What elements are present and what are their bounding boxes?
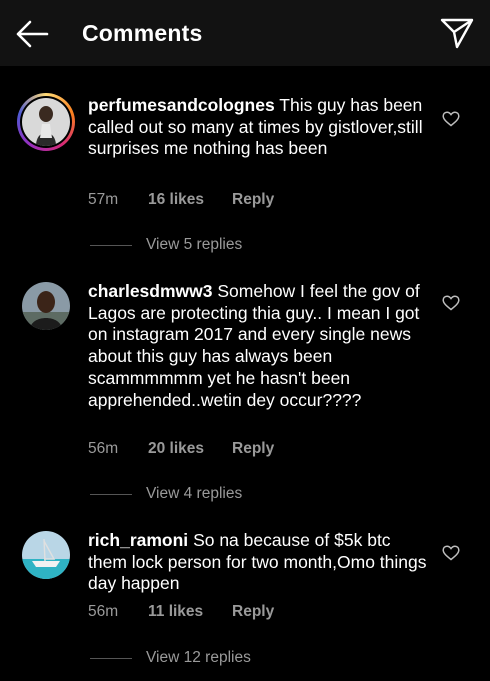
comment-time: 57m: [88, 191, 119, 208]
page-title: Comments: [82, 20, 203, 46]
replies-divider: [90, 245, 132, 246]
view-replies-label: View 5 replies: [146, 236, 243, 253]
comment-username[interactable]: rich_ramoni: [88, 530, 188, 550]
avatar-image: [22, 531, 70, 579]
back-button[interactable]: [14, 18, 50, 50]
reply-button[interactable]: Reply: [232, 440, 274, 458]
replies-divider: [90, 494, 132, 495]
comment-time: 56m: [88, 603, 119, 620]
comment-username[interactable]: perfumesandcolognes: [88, 95, 275, 115]
heart-icon: [442, 111, 460, 127]
avatar[interactable]: [17, 93, 75, 151]
top-bar: Comments: [0, 0, 490, 66]
view-replies-label: View 4 replies: [146, 485, 243, 502]
comment-text: charlesdmww3 Somehow I feel the gov of L…: [88, 281, 428, 411]
avatar-frame: [20, 96, 72, 148]
comment-likes[interactable]: 20 likes: [148, 440, 204, 458]
like-button[interactable]: [442, 111, 460, 127]
heart-icon: [442, 295, 460, 311]
comment-username[interactable]: charlesdmww3: [88, 281, 213, 301]
avatar[interactable]: [22, 531, 70, 579]
reply-button[interactable]: Reply: [232, 603, 274, 621]
comment-text: perfumesandcolognes This guy has been ca…: [88, 95, 428, 160]
comment-likes[interactable]: 16 likes: [148, 191, 204, 209]
avatar[interactable]: [22, 282, 70, 330]
paper-plane-icon: [440, 18, 474, 49]
avatar-image: [22, 282, 70, 330]
replies-divider: [90, 658, 132, 659]
like-button[interactable]: [442, 545, 460, 561]
comment-time: 56m: [88, 440, 119, 457]
view-replies-label: View 12 replies: [146, 649, 251, 666]
heart-icon: [442, 545, 460, 561]
share-button[interactable]: [440, 16, 474, 50]
reply-button[interactable]: Reply: [232, 191, 274, 209]
arrow-left-icon: [16, 20, 49, 48]
avatar-image: [22, 98, 70, 146]
like-button[interactable]: [442, 295, 460, 311]
comment-likes[interactable]: 11 likes: [148, 603, 203, 621]
comment-text: rich_ramoni So na because of $5k btc the…: [88, 530, 428, 595]
